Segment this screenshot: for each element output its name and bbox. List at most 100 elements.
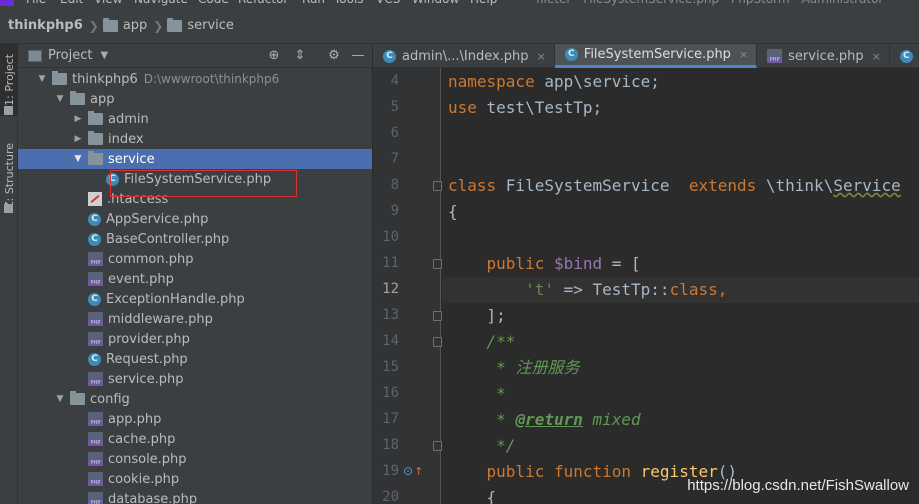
menu-item[interactable]: Run (302, 0, 325, 6)
breadcrumb-root[interactable]: thinkphp6 ❯ (0, 8, 103, 43)
tree-item-label: common.php (108, 251, 194, 267)
code-line: ]; (442, 303, 919, 329)
project-panel-title[interactable]: Project (48, 48, 92, 63)
tree-file-cookie-php[interactable]: cookie.php (18, 469, 372, 489)
close-icon[interactable]: × (872, 50, 881, 63)
code-line: * (442, 381, 919, 407)
tree-item-label: event.php (108, 271, 174, 287)
menu-item[interactable]: Refactor (238, 0, 288, 6)
tree-folder-thinkphp6[interactable]: ▼ thinkphp6 D:\wwwroot\thinkphp6 (18, 69, 372, 89)
gear-icon[interactable]: ⚙ (326, 48, 342, 64)
menu-item[interactable]: VCS (376, 0, 400, 6)
line-number: 10 (382, 229, 399, 245)
code-token: public function (486, 462, 641, 481)
tree-file-event-php[interactable]: event.php (18, 269, 372, 289)
editor-tab[interactable]: admin\...\Index.php × (373, 44, 555, 68)
tree-file-provider-php[interactable]: provider.php (18, 329, 372, 349)
close-icon[interactable]: × (537, 50, 546, 63)
fold-marker-icon[interactable] (433, 311, 442, 321)
chevron-right-icon: ❯ (153, 18, 164, 33)
chevron-down-icon[interactable]: ▼ (36, 74, 48, 84)
tree-file-basecontroller-php[interactable]: BaseController.php (18, 229, 372, 249)
line-number: 14 (382, 333, 399, 349)
chevron-right-icon[interactable]: ▶ (72, 134, 84, 144)
php-file-icon (88, 312, 103, 326)
menu-item[interactable]: View (94, 0, 122, 6)
close-icon[interactable]: × (739, 48, 748, 61)
override-method-icon[interactable]: ⊙↑ (403, 464, 423, 478)
chevron-down-icon[interactable]: ▼ (54, 94, 66, 104)
php-file-icon (88, 412, 103, 426)
breadcrumb-item-service[interactable]: service (167, 8, 234, 43)
tree-file-console-php[interactable]: console.php (18, 449, 372, 469)
editor-tab-label: service.php (788, 48, 864, 64)
menu-item[interactable]: Window (412, 0, 459, 6)
code-token: => TestTp:: (553, 280, 670, 299)
chevron-down-icon[interactable]: ▼ (100, 50, 108, 61)
breadcrumb-item-app[interactable]: app ❯ (102, 8, 168, 43)
fold-marker-icon[interactable] (433, 181, 442, 191)
editor-tab[interactable]: FileSystemService.php × (554, 44, 758, 68)
tree-file-request-php[interactable]: Request.php (18, 349, 372, 369)
collapse-all-icon[interactable]: ⇕ (292, 48, 308, 64)
tree-folder-config[interactable]: ▼ config (18, 389, 372, 409)
code-editor: admin\...\Index.php×FileSystemService.ph… (373, 44, 919, 504)
chevron-right-icon[interactable]: ▶ (72, 114, 84, 124)
menu-item[interactable]: Code (198, 0, 229, 6)
editor-tab[interactable]: service.php × (757, 44, 890, 68)
tree-item-label: admin (108, 111, 149, 127)
menu-item[interactable]: Tools (334, 0, 364, 6)
menu-item[interactable]: Navigate (134, 0, 188, 6)
tool-window-strip: 1: Project Z: Structure (0, 44, 18, 504)
tree-file-database-php[interactable]: database.php (18, 489, 372, 504)
code-token: * (496, 410, 516, 429)
chevron-down-icon[interactable]: ▼ (72, 154, 84, 164)
tree-file-common-php[interactable]: common.php (18, 249, 372, 269)
code-token: class (448, 176, 506, 195)
menu-item[interactable]: File (26, 0, 46, 6)
php-file-icon (88, 472, 103, 486)
tree-folder-index[interactable]: ▶ index (18, 129, 372, 149)
code-line: use test\TestTp; (442, 95, 919, 121)
line-number: 7 (390, 151, 399, 167)
php-file-icon (767, 49, 783, 63)
code-token: { (448, 488, 497, 504)
editor-tab[interactable]: index\...\Index.php (890, 44, 919, 68)
tree-folder-app[interactable]: ▼ app (18, 89, 372, 109)
tree-file-app-php[interactable]: app.php (18, 409, 372, 429)
tree-file-service-php[interactable]: service.php (18, 369, 372, 389)
php-file-icon (88, 252, 103, 266)
folder-icon (70, 91, 85, 105)
chevron-down-icon[interactable]: ▼ (54, 394, 66, 404)
menu-item[interactable]: Edit (60, 0, 83, 6)
hide-icon[interactable]: — (350, 48, 366, 64)
code-token: app\service; (544, 72, 660, 91)
breadcrumb-label: app (122, 18, 148, 33)
window-title: fileter - FileSystemService.php - PhpSto… (536, 0, 883, 6)
code-token: = [ (602, 254, 641, 273)
project-tab-icon (4, 106, 13, 115)
fold-marker-icon[interactable] (433, 441, 442, 451)
tree-folder-admin[interactable]: ▶ admin (18, 109, 372, 129)
editor-tab-label: FileSystemService.php (583, 47, 731, 62)
tree-folder-service[interactable]: ▼ service (18, 149, 372, 169)
breadcrumb-root-label: thinkphp6 (8, 18, 83, 33)
tree-file-exceptionhandle-php[interactable]: ExceptionHandle.php (18, 289, 372, 309)
tree-file-cache-php[interactable]: cache.php (18, 429, 372, 449)
code-area[interactable]: namespace app\service; use test\TestTp; cl… (442, 68, 919, 504)
tree-file-middleware-php[interactable]: middleware.php (18, 309, 372, 329)
fold-marker-icon[interactable] (433, 259, 442, 269)
locate-icon[interactable]: ⊕ (266, 48, 282, 64)
menu-item[interactable]: Help (470, 0, 497, 6)
fold-marker-icon[interactable] (433, 337, 442, 347)
tree-file-appservice-php[interactable]: AppService.php (18, 209, 372, 229)
breadcrumb-label: service (187, 18, 234, 33)
